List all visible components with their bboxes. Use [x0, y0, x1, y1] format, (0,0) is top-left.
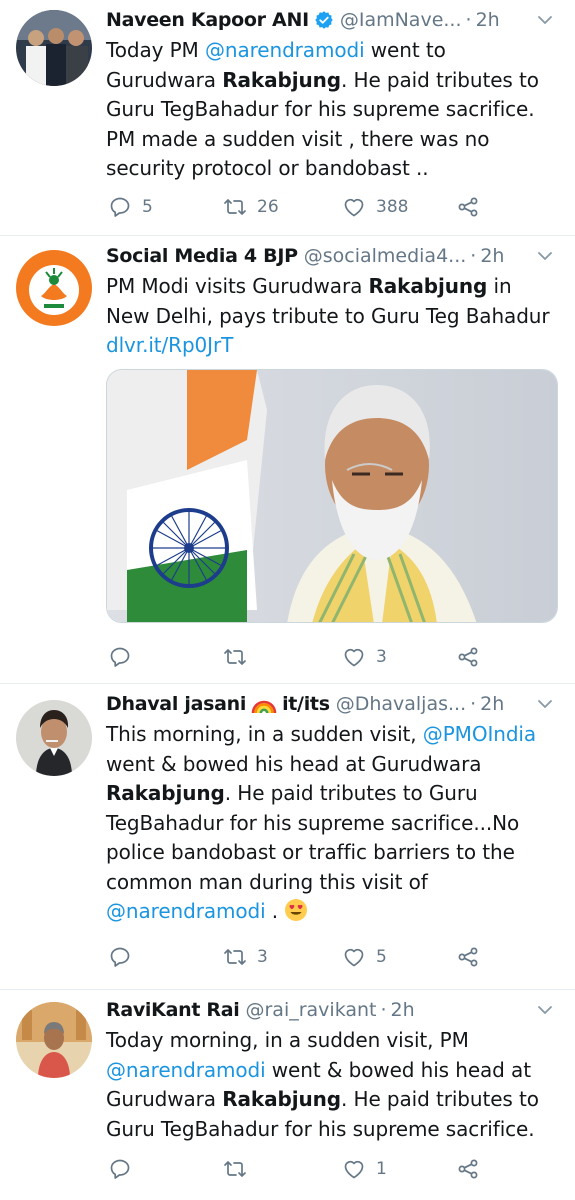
like-button[interactable]: 3: [342, 645, 387, 669]
author-handle[interactable]: @rai_ravikant: [245, 999, 376, 1021]
retweet-count: 3: [257, 947, 268, 967]
mention-link[interactable]: @narendramodi: [106, 1058, 266, 1082]
text-segment: Today morning, in a sudden visit, PM: [106, 1028, 469, 1052]
mention-link[interactable]: @narendramodi: [205, 38, 365, 62]
text-segment: went & bowed his head at Gurudwara: [106, 751, 482, 776]
retweet-icon: [224, 649, 246, 665]
reply-icon: [110, 197, 130, 217]
like-count: 388: [376, 197, 409, 217]
like-button[interactable]: 1: [342, 1157, 387, 1181]
mention-link[interactable]: @narendramodi: [106, 899, 266, 923]
text-segment: This morning, in a sudden visit,: [106, 722, 423, 746]
reply-icon: [110, 1159, 130, 1179]
avatar[interactable]: [16, 250, 92, 326]
reply-button[interactable]: [108, 645, 132, 669]
retweet-count: 26: [257, 197, 279, 217]
heart-icon: [344, 948, 364, 967]
reply-button[interactable]: [108, 945, 132, 969]
author-handle[interactable]: @Dhavaljas...: [336, 693, 466, 715]
tweet-media-image[interactable]: [106, 368, 558, 623]
tweet-card[interactable]: RaviKant Rai @rai_ravikant · 2h Today mo…: [0, 990, 575, 1200]
separator-dot: ·: [470, 245, 477, 267]
retweet-icon: [224, 949, 246, 965]
retweet-icon: [224, 199, 246, 215]
reply-icon: [110, 647, 130, 667]
mention-link[interactable]: @PMOIndia: [423, 722, 536, 746]
separator-dot: ·: [470, 693, 477, 715]
share-button[interactable]: [456, 195, 480, 219]
separator-dot: ·: [380, 999, 387, 1021]
share-icon: [458, 1159, 478, 1179]
tweet-card[interactable]: Social Media 4 BJP @socialmedia4... · 2h…: [0, 236, 575, 684]
avatar[interactable]: [16, 10, 92, 86]
highlighted-term: Rakabjung: [222, 67, 341, 92]
tweet-text: Today morning, in a sudden visit, PM @na…: [106, 1026, 559, 1144]
separator-dot: ·: [465, 9, 472, 31]
rainbow-emoji-icon: [251, 693, 277, 715]
highlighted-term: Rakabjung: [368, 274, 488, 298]
text-segment: Today PM: [106, 38, 205, 62]
author-handle[interactable]: @socialmedia4...: [304, 245, 467, 267]
like-count: 5: [376, 947, 387, 967]
text-segment: PM Modi visits Gurudwara: [106, 274, 369, 298]
avatar[interactable]: [16, 700, 92, 776]
reply-icon: [110, 947, 130, 967]
reply-button[interactable]: [108, 1157, 132, 1181]
tweet-timestamp[interactable]: 2h: [480, 693, 504, 715]
text-segment: .: [265, 899, 285, 923]
timeline-feed: Naveen Kapoor ANI @IamNave... · 2h Today…: [0, 0, 575, 1200]
retweet-button[interactable]: [223, 1157, 247, 1181]
tweet-text: Today PM @narendramodi went to Gurudwara…: [106, 36, 559, 184]
author-name[interactable]: Naveen Kapoor ANI: [106, 9, 309, 31]
share-button[interactable]: [456, 645, 480, 669]
tweet-text: PM Modi visits Gurudwara Rakabjung in Ne…: [106, 272, 559, 361]
share-button[interactable]: [456, 945, 480, 969]
share-icon: [458, 647, 478, 667]
chevron-down-icon[interactable]: [535, 246, 555, 266]
heart-icon: [344, 1160, 364, 1179]
chevron-down-icon[interactable]: [535, 694, 555, 714]
chevron-down-icon[interactable]: [535, 1000, 555, 1020]
like-button[interactable]: 388: [342, 195, 408, 219]
retweet-icon: [224, 1161, 246, 1177]
heart-eyes-emoji-icon: [284, 898, 308, 922]
tweet-timestamp[interactable]: 2h: [391, 999, 415, 1021]
like-button[interactable]: 5: [342, 945, 387, 969]
highlighted-term: Rakabjung: [106, 781, 225, 805]
author-name[interactable]: Social Media 4 BJP: [106, 245, 298, 267]
author-handle[interactable]: @IamNave...: [340, 9, 462, 31]
tweet-timestamp[interactable]: 2h: [476, 9, 500, 31]
chevron-down-icon[interactable]: [535, 10, 555, 30]
share-icon: [458, 197, 478, 217]
tweet-timestamp[interactable]: 2h: [480, 245, 504, 267]
share-icon: [458, 947, 478, 967]
heart-icon: [344, 198, 364, 217]
verified-badge-icon: [314, 10, 334, 30]
tweet-card[interactable]: Naveen Kapoor ANI @IamNave... · 2h Today…: [0, 0, 575, 236]
tweet-card[interactable]: Dhaval jasani it/its @Dhavaljas... · 2h: [0, 684, 575, 990]
like-count: 3: [376, 647, 387, 667]
retweet-button[interactable]: [223, 645, 247, 669]
retweet-button[interactable]: 3: [223, 945, 268, 969]
author-pronouns: it/its: [282, 693, 330, 715]
retweet-button[interactable]: 26: [223, 195, 279, 219]
reply-count: 5: [142, 197, 153, 217]
share-button[interactable]: [456, 1157, 480, 1181]
tweet-text: This morning, in a sudden visit, @PMOInd…: [106, 720, 559, 927]
highlighted-term: Rakabjung: [222, 1087, 341, 1111]
author-name[interactable]: RaviKant Rai: [106, 999, 240, 1021]
heart-icon: [344, 648, 364, 667]
reply-button[interactable]: 5: [108, 195, 153, 219]
like-count: 1: [376, 1159, 387, 1179]
author-name[interactable]: Dhaval jasani: [106, 693, 246, 715]
avatar[interactable]: [16, 1002, 92, 1078]
url-link[interactable]: dlvr.it/Rp0JrT: [106, 333, 233, 357]
